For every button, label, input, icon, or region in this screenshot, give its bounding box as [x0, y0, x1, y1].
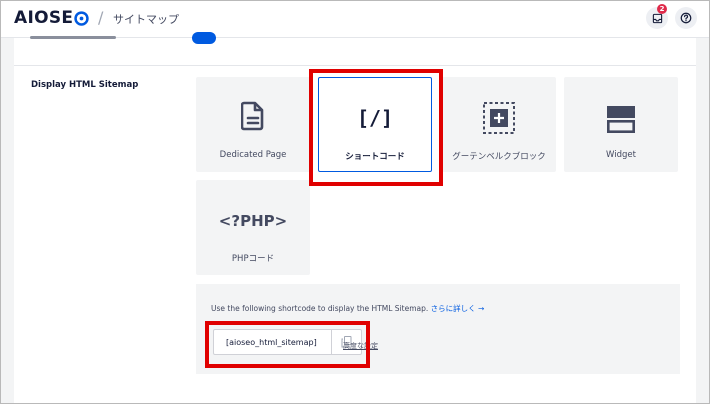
gutenberg-block-icon — [483, 102, 515, 134]
shortcode-value[interactable]: [aioseo_html_sitemap] — [214, 330, 331, 354]
previous-setting-toggle[interactable] — [192, 32, 216, 44]
option-shortcode[interactable]: [/] ショートコード — [318, 77, 432, 172]
shortcode-area: Use the following shortcode to display t… — [196, 284, 680, 374]
php-code-icon: <?PHP> — [218, 212, 288, 230]
top-bar: AIOSE / サイトマップ 2 — [0, 0, 710, 38]
display-html-sitemap-label: Display HTML Sitemap — [31, 80, 139, 90]
inbox-icon — [652, 13, 662, 23]
option-label: ショートコード — [345, 152, 405, 162]
help-button[interactable] — [675, 7, 697, 29]
notification-badge: 2 — [657, 4, 667, 14]
option-label: Dedicated Page — [219, 150, 287, 160]
advanced-settings-link[interactable]: 高度な設定 — [343, 341, 378, 351]
option-gutenberg-block[interactable]: グーテンベルクブロック — [442, 77, 556, 172]
logo-text: AIOSE — [14, 8, 74, 28]
option-label: グーテンベルクブロック — [452, 152, 546, 162]
option-widget[interactable]: Widget — [564, 77, 678, 172]
settings-panel: Display HTML Sitemap Dedicated Page [/] … — [14, 32, 696, 404]
option-php-code[interactable]: <?PHP> PHPコード — [196, 180, 310, 275]
notifications-button[interactable]: 2 — [646, 4, 668, 29]
option-dedicated-page[interactable]: Dedicated Page — [196, 77, 310, 172]
learn-more-link[interactable]: さらに詳しく → — [431, 304, 485, 313]
widget-icon — [606, 106, 635, 133]
help-icon — [680, 12, 692, 24]
shortcode-description-text: Use the following shortcode to display t… — [211, 304, 429, 313]
shortcode-description: Use the following shortcode to display t… — [211, 303, 484, 314]
previous-setting-label — [30, 34, 116, 42]
option-label: PHPコード — [231, 254, 275, 264]
breadcrumb[interactable]: サイトマップ — [113, 11, 179, 27]
shortcode-field[interactable]: [aioseo_html_sitemap] — [213, 329, 362, 355]
aioseo-logo[interactable]: AIOSE — [14, 8, 89, 28]
previous-setting-row — [14, 32, 696, 66]
breadcrumb-separator: / — [98, 8, 104, 27]
option-label: Widget — [606, 150, 636, 160]
file-icon — [241, 101, 264, 131]
logo-gear-icon — [74, 10, 89, 26]
shortcode-brackets-icon: [/] — [356, 106, 394, 130]
